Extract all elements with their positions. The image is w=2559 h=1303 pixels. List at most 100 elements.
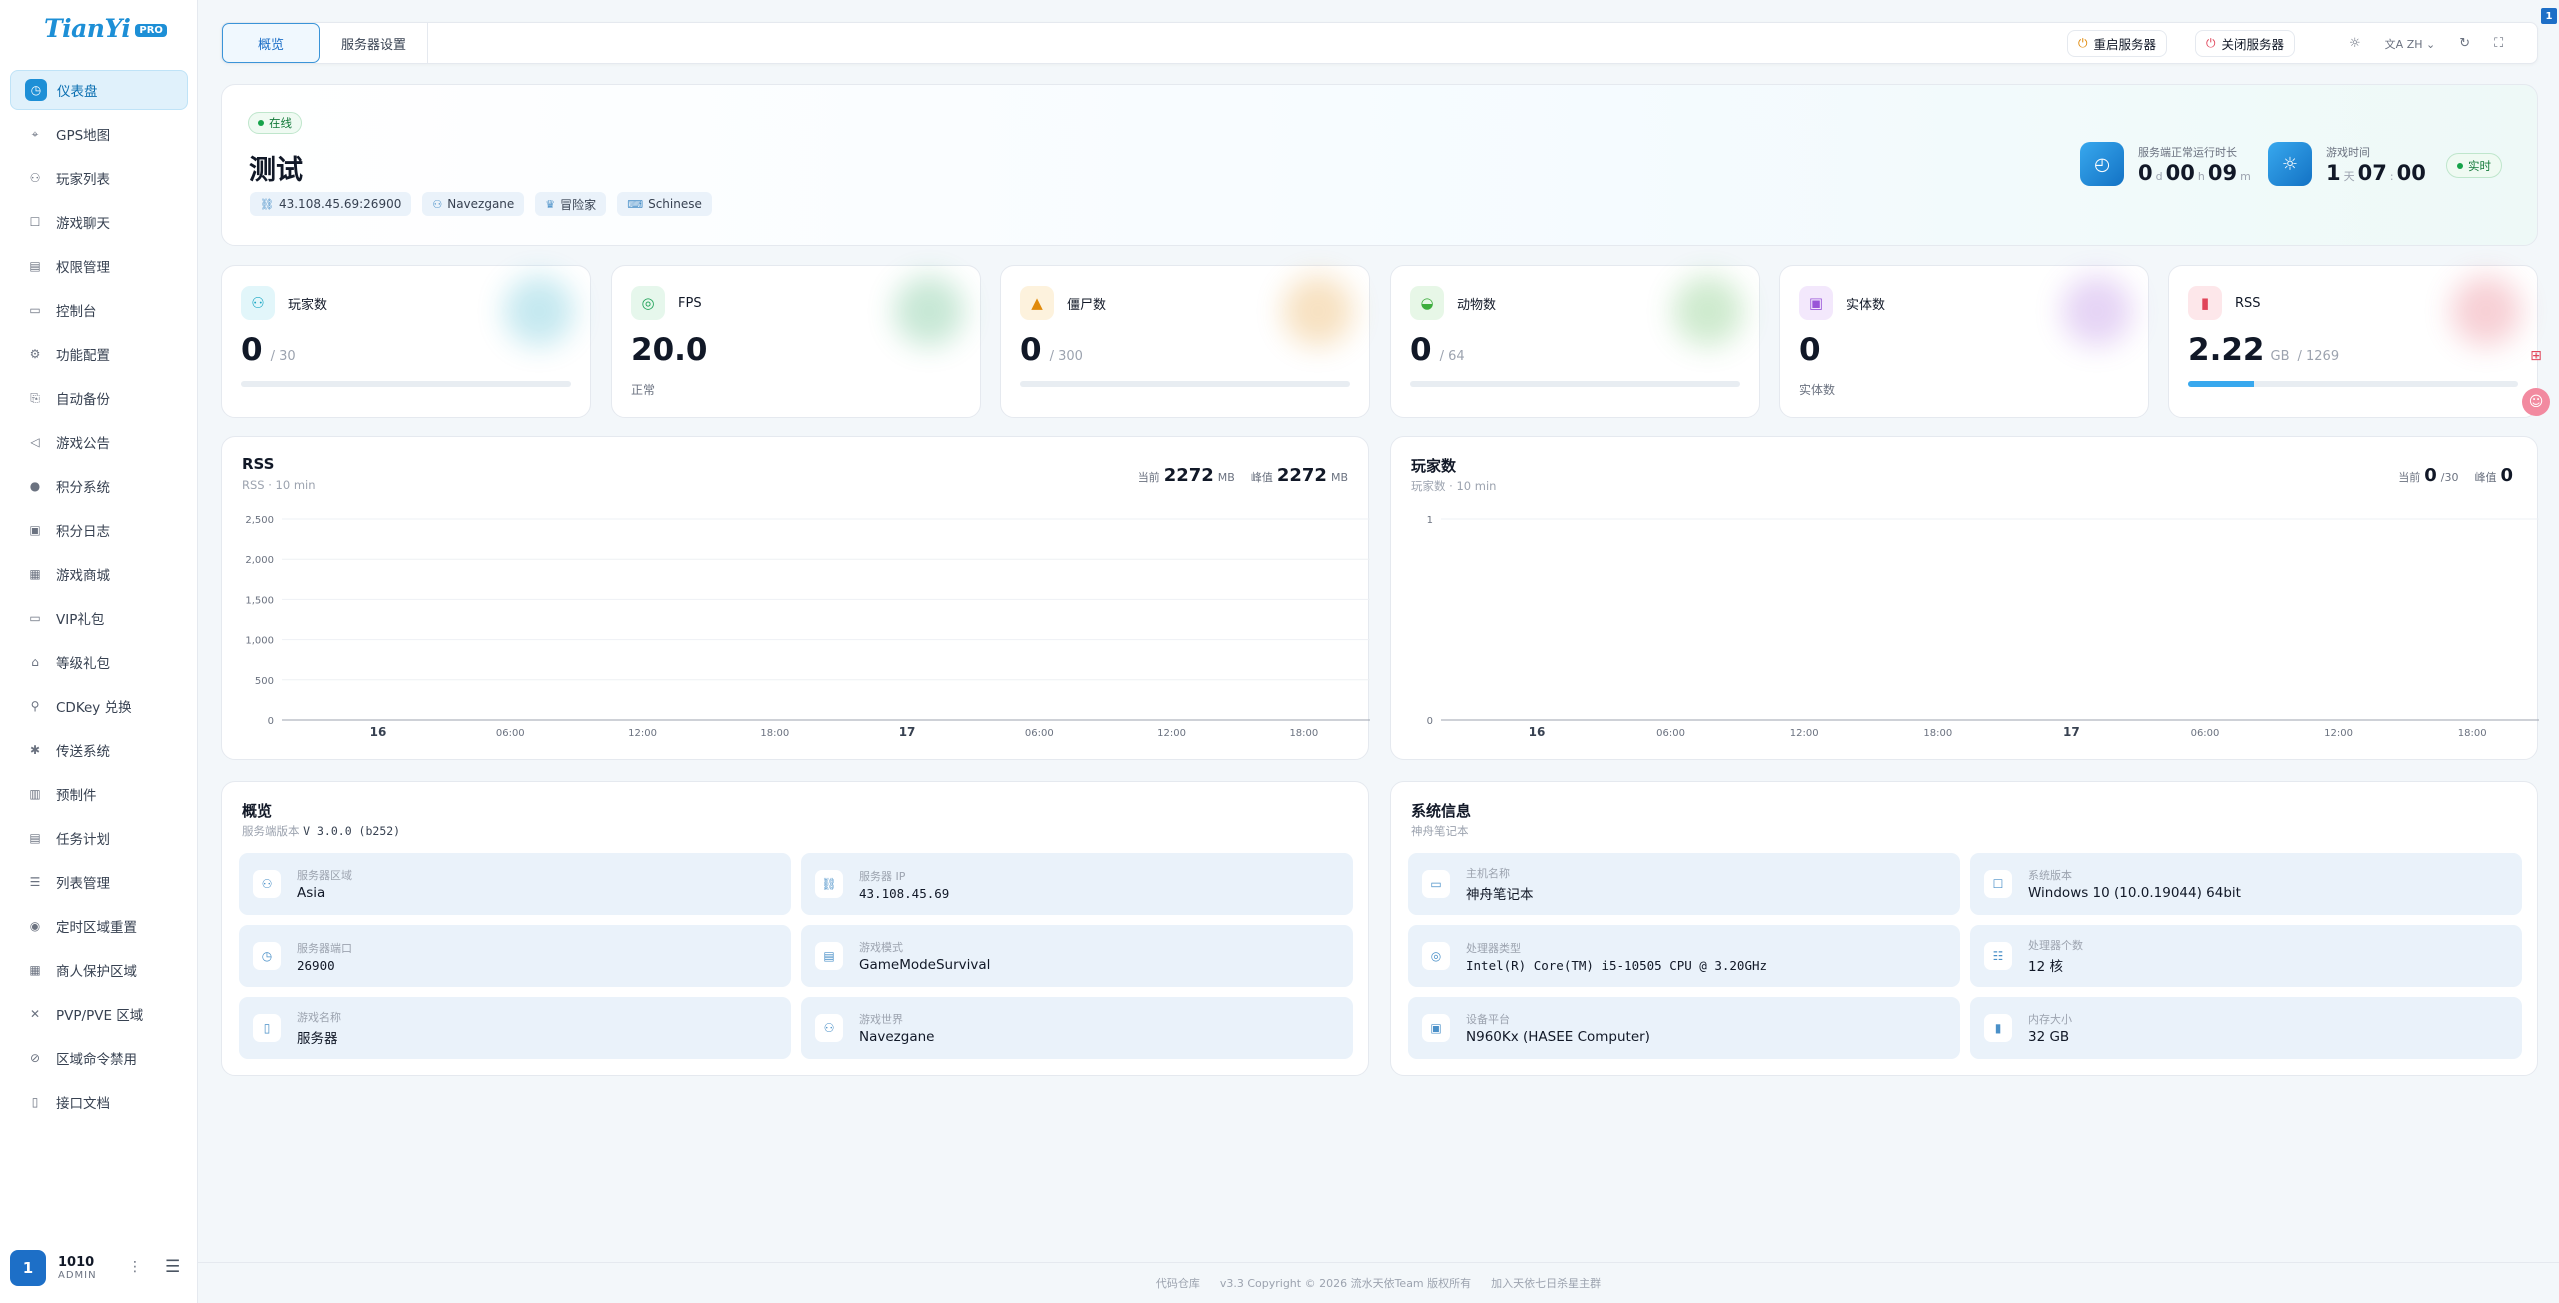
restart-server-label: 重启服务器 [2093, 37, 2157, 52]
gametime-stat: ☼ 游戏时间 1 天 07:00 [2268, 142, 2426, 186]
sidebar-item-label: GPS地图 [56, 128, 111, 144]
logo-pro-badge: PRO [135, 24, 167, 37]
sidebar-item[interactable]: ⌂ 等级礼包 [10, 642, 188, 682]
sidebar-item[interactable]: ▣ 积分日志 [10, 510, 188, 550]
sysinfo-grid: ▭ 主机名称 神舟笔记本 ☐ 系统版本 Windows 10 (10.0.19044) 6… [1408, 853, 2522, 1059]
shutdown-server-button[interactable]: ⏻ 关闭服务器 [2195, 30, 2296, 57]
sidebar-item[interactable]: ⎘ 自动备份 [10, 378, 188, 418]
theme-toggle-icon[interactable]: ☼ [2349, 36, 2361, 51]
swords-icon: ✕ [29, 1007, 41, 1021]
stat-header: ▣ 实体数 [1799, 286, 1885, 320]
bell-icon: ◒ [1410, 286, 1444, 320]
uptime-hours-unit: h [2197, 169, 2205, 183]
gift-icon: ⌂ [31, 655, 39, 669]
sidebar-item-label: 玩家列表 [56, 172, 110, 188]
uptime-hours: 00 [2165, 160, 2195, 185]
info-value: 43.108.45.69 [859, 885, 950, 901]
corner-badge: 1 [2541, 8, 2557, 24]
more-vertical-icon[interactable]: ⋮ [128, 1259, 142, 1275]
os-icon: ☐ [1984, 870, 2012, 898]
sidebar-item-label: 控制台 [56, 304, 97, 320]
info-meta: 设备平台 N960Kx (HASEE Computer) [1466, 1011, 1650, 1045]
info-value: Intel(R) Core(TM) i5-10505 CPU @ 3.20GHz [1466, 957, 1768, 973]
sidebar-item[interactable]: ⚙ 功能配置 [10, 334, 188, 374]
server-chip: ⚇ Navezgane [422, 192, 525, 216]
sidebar-item[interactable]: ▯ 接口文档 [10, 1082, 188, 1122]
tab-overview[interactable]: 概览 [222, 23, 320, 63]
menu-icon[interactable]: ☰ [165, 1257, 180, 1277]
overview-grid: ⚇ 服务器区域 Asia ⛓ 服务器 IP 43.108.45.69 ◷ 服务器端口 26900… [239, 853, 1353, 1059]
sidebar-item[interactable]: ⚲ CDKey 兑换 [10, 686, 188, 726]
info-label: 游戏模式 [859, 941, 903, 954]
y-tick-label: 1 [1427, 515, 1433, 526]
user-profile[interactable]: 1 1010 ADMIN ⋮ ☰ [10, 1247, 188, 1289]
sidebar-item-label: 自动备份 [56, 392, 110, 408]
chip-text: 冒险家 [560, 197, 597, 212]
sidebar-item[interactable]: ▭ 控制台 [10, 290, 188, 330]
sidebar-item[interactable]: ☰ 列表管理 [10, 862, 188, 902]
sidebar-item[interactable]: ⌖ GPS地图 [10, 114, 188, 154]
info-meta: 处理器类型 Intel(R) Core(TM) i5-10505 CPU @ 3.… [1466, 940, 1767, 973]
grid-icon[interactable]: ⊞ [2522, 342, 2550, 370]
stat-number: 0 [1799, 332, 1821, 368]
power-icon: ⏻ [2078, 36, 2088, 50]
info-label: 内存大小 [2028, 1013, 2072, 1026]
stat-value: 0 / 30 [241, 332, 296, 368]
decor-glow [1283, 276, 1353, 346]
user-role: ADMIN [58, 1270, 97, 1281]
info-meta: 系统版本 Windows 10 (10.0.19044) 64bit [2028, 867, 2241, 901]
info-label: 主机名称 [1466, 867, 1510, 880]
memory-icon: ▮ [1984, 1014, 2012, 1042]
tab-server-settings[interactable]: 服务器设置 [320, 23, 428, 63]
x-tick-label: 06:00 [496, 728, 525, 739]
info-label: 服务器 IP [859, 869, 906, 883]
info-value: Windows 10 (10.0.19044) 64bit [2028, 885, 2241, 901]
sidebar-item[interactable]: ☐ 游戏聊天 [10, 202, 188, 242]
sidebar-item-label: 接口文档 [56, 1096, 110, 1112]
sidebar-item-label: 权限管理 [56, 260, 110, 276]
sidebar-item[interactable]: ◉ 定时区域重置 [10, 906, 188, 946]
x-tick-label: 12:00 [1790, 728, 1819, 739]
stat-number: 0 [1020, 332, 1042, 368]
group-link[interactable]: 加入天依七日杀星主群 [1491, 1275, 1601, 1291]
list-icon: ☰ [29, 875, 41, 889]
sidebar-item[interactable]: ◁ 游戏公告 [10, 422, 188, 462]
fullscreen-icon[interactable]: ⛶ [2494, 36, 2503, 51]
assistant-icon[interactable]: ☺ [2522, 388, 2550, 416]
sidebar-item[interactable]: ▤ 权限管理 [10, 246, 188, 286]
chip-text: 43.108.45.69:26900 [278, 197, 402, 211]
sidebar-item[interactable]: ▤ 任务计划 [10, 818, 188, 858]
gametime-hour: 07 [2357, 160, 2387, 185]
stat-progress-fill [2188, 381, 2254, 387]
sidebar-item[interactable]: ⚇ 玩家列表 [10, 158, 188, 198]
sidebar-item[interactable]: ▭ VIP礼包 [10, 598, 188, 638]
chat-icon: ☐ [29, 215, 41, 229]
id-card-icon: ▤ [29, 259, 41, 273]
repo-link[interactable]: 代码仓库 [1156, 1275, 1200, 1291]
topbar: 概览 服务器设置 ⏻ 重启服务器 ⏻ 关闭服务器 ☼ 文A ZH ⌄ ↻ ⛶ [221, 22, 2538, 64]
sidebar-item[interactable]: ◷ 仪表盘 [10, 70, 188, 110]
sidebar-item-label: 游戏商城 [56, 568, 110, 584]
sidebar-item[interactable]: ✱ 传送系统 [10, 730, 188, 770]
avatar[interactable]: 1 [10, 1250, 46, 1286]
sidebar-item[interactable]: ✕ PVP/PVE 区域 [10, 994, 188, 1034]
location-icon: ◉ [29, 919, 41, 933]
sidebar-item[interactable]: ● 积分系统 [10, 466, 188, 506]
y-tick-label: 2,000 [245, 555, 274, 566]
y-tick-label: 1,000 [245, 636, 274, 647]
sidebar-item[interactable]: ▦ 商人保护区域 [10, 950, 188, 990]
sidebar-item-label: 区域命令禁用 [56, 1052, 137, 1068]
stat-note: 正常 [631, 383, 656, 397]
sidebar-item[interactable]: ⊘ 区域命令禁用 [10, 1038, 188, 1078]
stat-label: RSS [2235, 295, 2261, 311]
backup-icon: ⎘ [30, 390, 40, 405]
language-switch[interactable]: 文A ZH ⌄ [2385, 36, 2436, 52]
app-logo[interactable]: TianYi PRO [44, 14, 167, 43]
stat-header: ▮ RSS [2188, 286, 2261, 320]
sidebar-item[interactable]: ▥ 预制件 [10, 774, 188, 814]
info-value: Asia [297, 885, 326, 901]
restart-server-button[interactable]: ⏻ 重启服务器 [2067, 30, 2168, 57]
info-item: ▤ 游戏模式 GameModeSurvival [801, 925, 1353, 987]
sidebar-item[interactable]: ▦ 游戏商城 [10, 554, 188, 594]
refresh-icon[interactable]: ↻ [2459, 36, 2470, 51]
